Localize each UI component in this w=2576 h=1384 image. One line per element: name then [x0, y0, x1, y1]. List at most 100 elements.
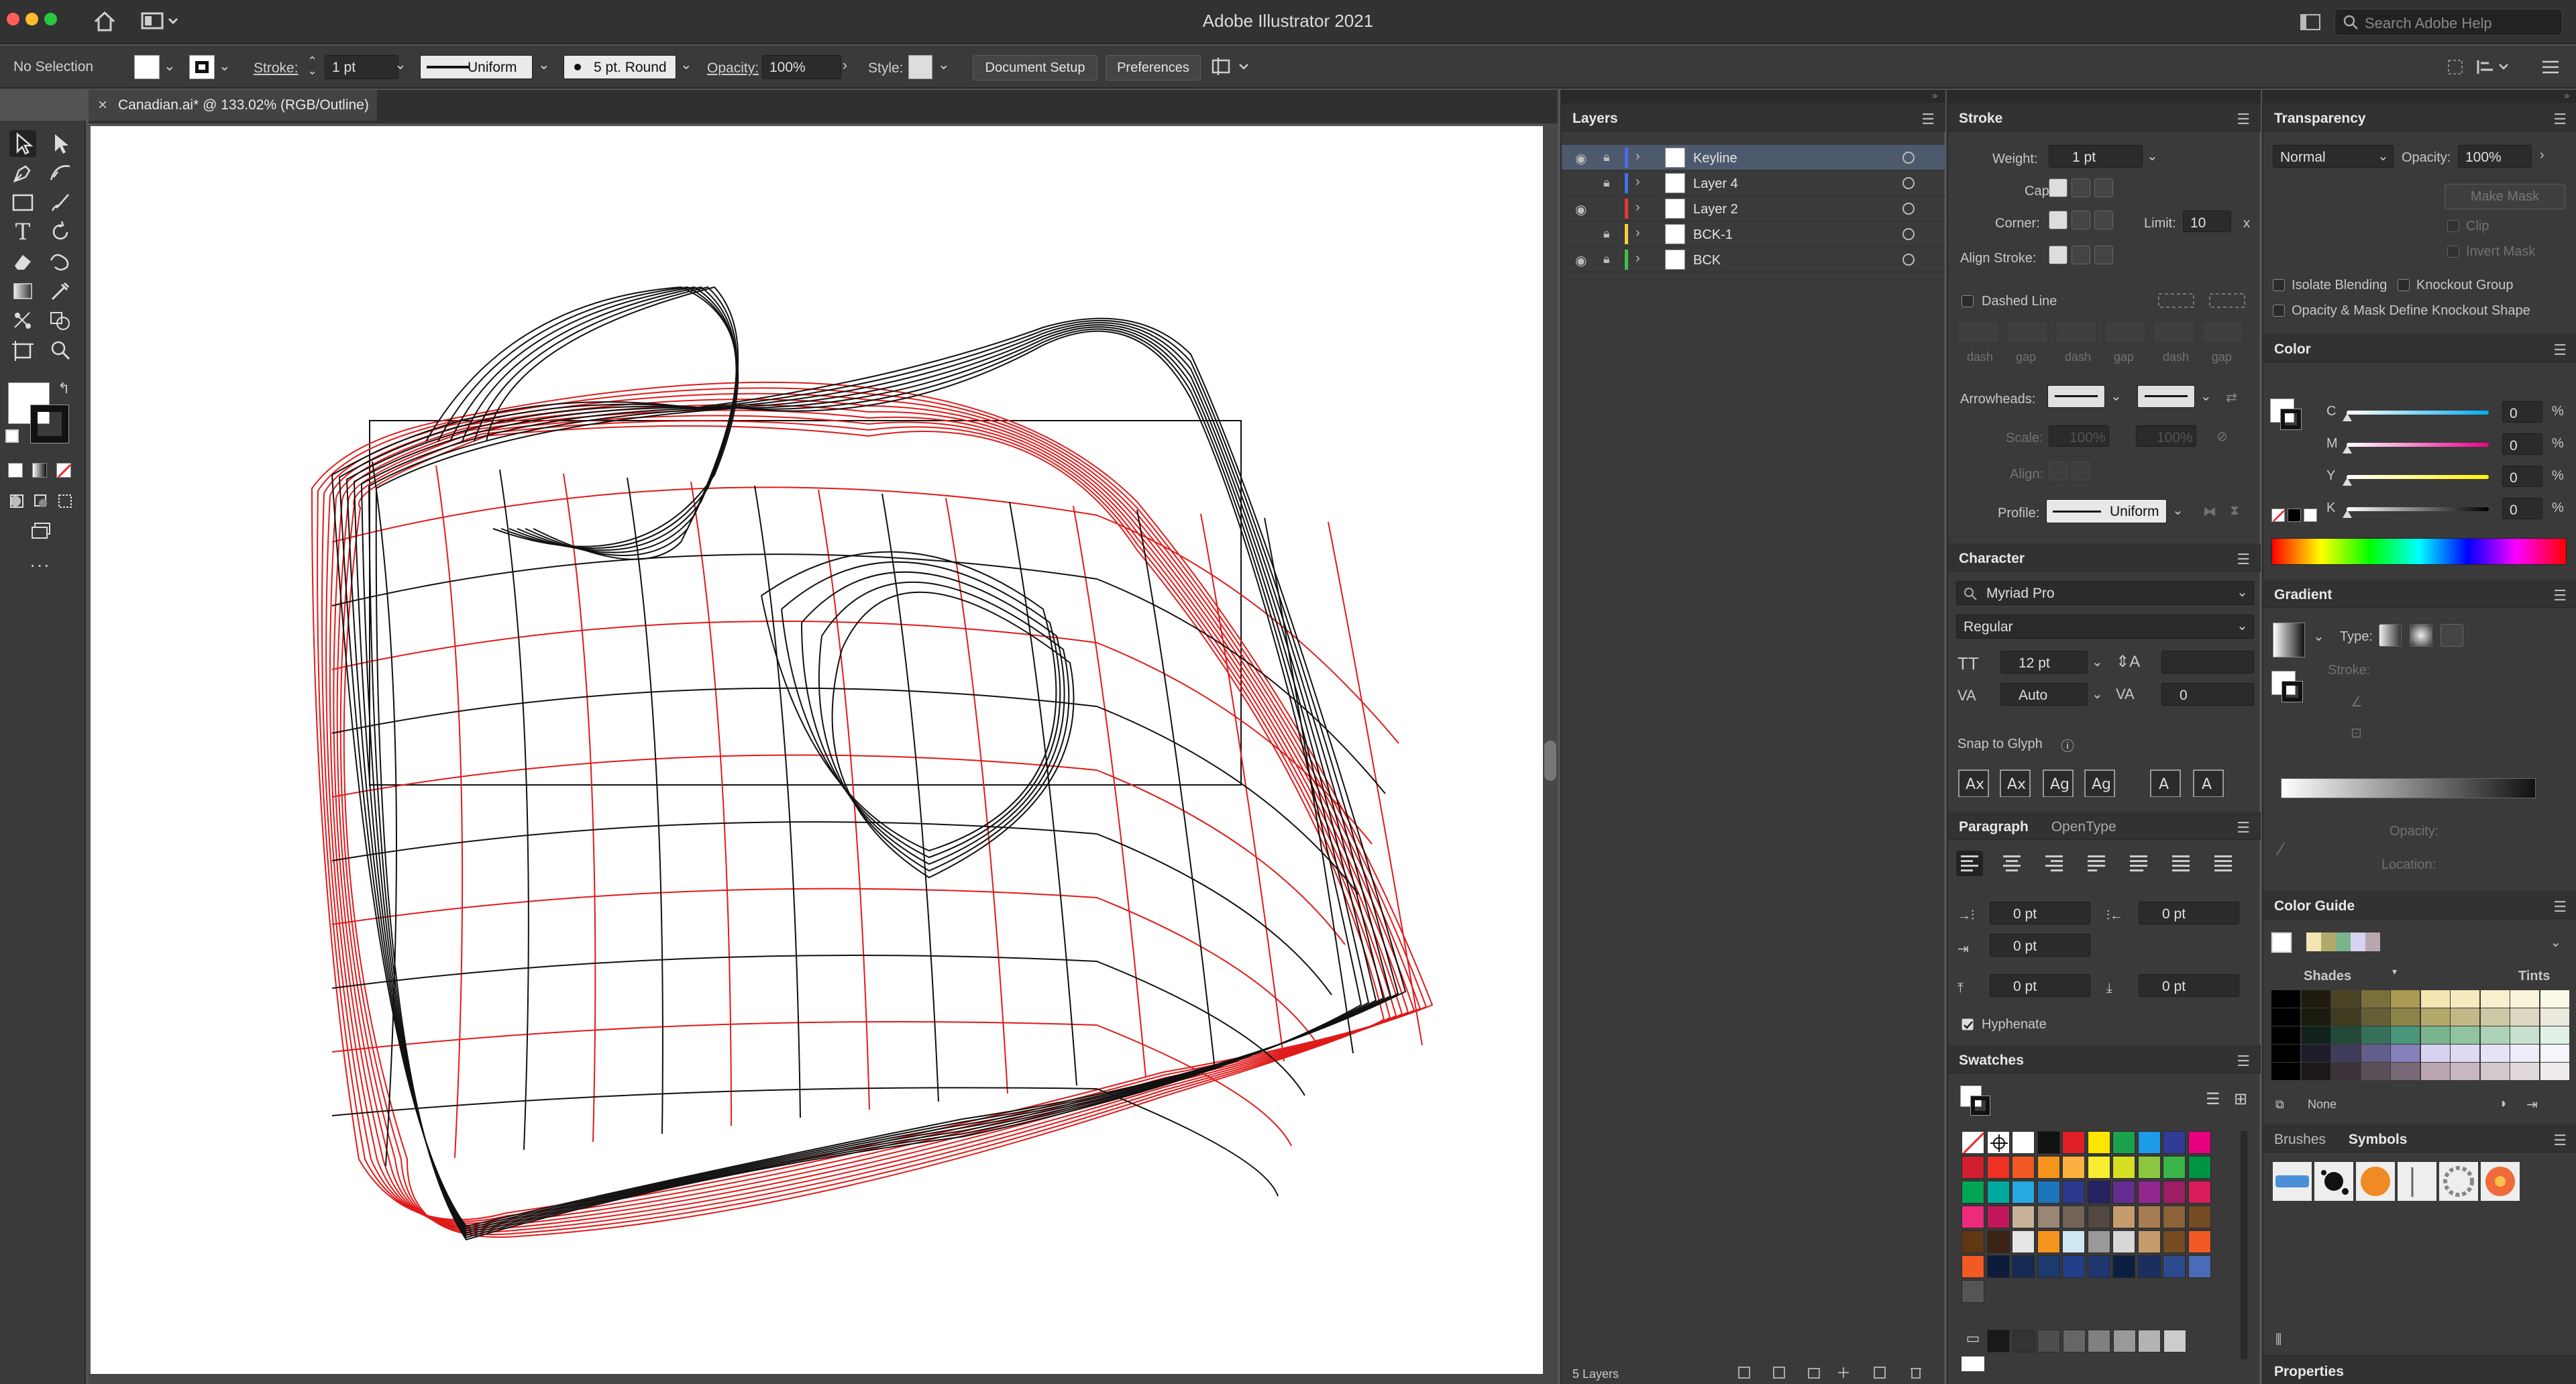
warp-tool-icon[interactable] [47, 248, 74, 275]
draw-behind-icon[interactable] [32, 492, 50, 510]
guide-swatch[interactable] [2361, 1063, 2390, 1080]
white-swatch[interactable] [1962, 1356, 1984, 1371]
swap-colors-icon[interactable]: ↰ [58, 380, 70, 397]
paintbrush-tool-icon[interactable] [47, 189, 74, 216]
dash-gap-input[interactable] [2006, 321, 2048, 343]
layer-name[interactable]: BCK-1 [1693, 227, 1733, 243]
opacity-label[interactable]: Opacity: [707, 60, 759, 76]
layer-row[interactable]: 🔒︎ › BCK-1 [1562, 221, 1945, 247]
channel-slider[interactable] [2347, 443, 2489, 447]
library-icon[interactable]: ⧉ [2275, 1098, 2284, 1112]
layer-row[interactable]: ◉ 🔒︎ › BCK [1562, 247, 1945, 272]
color-swatch[interactable] [2188, 1131, 2211, 1154]
color-swatch[interactable] [2112, 1255, 2135, 1278]
guide-swatch[interactable] [2480, 1045, 2510, 1062]
freeform-gradient-icon[interactable] [2440, 624, 2463, 647]
color-swatch[interactable] [1962, 1255, 1984, 1278]
lock-icon[interactable]: 🔒︎ [1603, 227, 1610, 241]
guide-swatch[interactable] [2271, 1063, 2300, 1080]
paragraph-align-icon[interactable] [2210, 851, 2237, 876]
stroke-weight-field[interactable]: 1 pt [325, 55, 398, 79]
gray-swatch[interactable] [2138, 1330, 2161, 1352]
lock-icon[interactable]: 🔒︎ [1603, 252, 1610, 266]
color-swatch[interactable] [2137, 1131, 2161, 1154]
gradient-preview[interactable] [2273, 623, 2305, 657]
chevron-down-icon[interactable]: ⌄ [2147, 148, 2158, 164]
dash-gap-input[interactable] [2104, 321, 2146, 343]
panel-menu-icon[interactable]: ☰ [2237, 111, 2250, 128]
guide-swatch[interactable] [2391, 1045, 2420, 1062]
color-swatch[interactable] [2012, 1156, 2035, 1179]
symbol-thumbnails[interactable] [2271, 1161, 2567, 1204]
color-swatch[interactable] [2062, 1156, 2085, 1179]
color-swatch[interactable] [2087, 1230, 2110, 1253]
color-swatch[interactable] [2188, 1156, 2211, 1179]
font-family-select[interactable]: Myriad Pro [1956, 581, 2254, 605]
bevel-join-icon[interactable] [2094, 211, 2113, 229]
target-icon[interactable] [1902, 228, 1915, 240]
horizontal-scrollbar[interactable] [89, 1374, 1543, 1384]
align-center-stroke-icon[interactable] [2049, 246, 2068, 264]
gradient-slider[interactable] [2281, 778, 2536, 798]
color-swatch[interactable] [2037, 1181, 2060, 1204]
none-mode-icon[interactable] [56, 463, 72, 478]
color-swatch[interactable] [1986, 1206, 2010, 1228]
end-arrowhead-select[interactable] [2137, 385, 2195, 408]
round-cap-icon[interactable] [2072, 178, 2090, 197]
align-inside-stroke-icon[interactable] [2072, 246, 2090, 264]
color-swatch[interactable] [2012, 1181, 2035, 1204]
kerning-select[interactable]: Auto [2000, 683, 2088, 706]
gray-swatch[interactable] [2112, 1330, 2136, 1352]
gray-swatch[interactable] [2012, 1330, 2035, 1352]
color-swatch[interactable] [1962, 1131, 1985, 1155]
dash-gap-input[interactable] [2153, 321, 2195, 343]
color-swatch[interactable] [2163, 1131, 2186, 1154]
color-swatch[interactable] [2163, 1156, 2186, 1179]
channel-value-input[interactable]: 0 [2502, 466, 2542, 487]
miter-limit-input[interactable]: 10 [2183, 211, 2231, 232]
clip-checkbox[interactable] [2447, 220, 2459, 232]
graphic-style-swatch[interactable] [908, 55, 932, 79]
start-arrowhead-select[interactable] [2047, 385, 2105, 408]
channel-value-input[interactable]: 0 [2502, 433, 2542, 455]
radial-gradient-icon[interactable] [2410, 624, 2432, 647]
layer-name[interactable]: Keyline [1693, 151, 1737, 166]
flip-across-icon[interactable]: ⧗ [2230, 503, 2239, 519]
color-swatch[interactable] [1962, 1206, 1984, 1228]
chevron-right-icon[interactable]: › [843, 58, 847, 74]
color-swatch[interactable] [2188, 1206, 2211, 1228]
document-setup-button[interactable]: Document Setup [973, 55, 1097, 81]
color-swatch[interactable] [2163, 1181, 2186, 1204]
color-swatch[interactable] [2062, 1206, 2085, 1228]
color-swatch[interactable] [2062, 1230, 2085, 1253]
chevron-down-icon[interactable]: ⌄ [2110, 388, 2122, 405]
fill-swatch[interactable] [134, 55, 160, 79]
color-swatch[interactable] [2037, 1156, 2060, 1179]
opacity-mask-checkbox[interactable] [2273, 305, 2285, 317]
color-swatch[interactable] [2037, 1230, 2060, 1253]
black-swatch[interactable] [2288, 509, 2301, 522]
rotate-tool-icon[interactable] [47, 219, 74, 246]
slider-handle[interactable] [2343, 413, 2352, 421]
guide-swatch[interactable] [2331, 1045, 2360, 1062]
channel-slider[interactable] [2347, 475, 2489, 479]
target-icon[interactable] [1902, 254, 1915, 266]
start-scale-input[interactable]: 100% [2049, 425, 2109, 447]
channel-slider[interactable] [2347, 507, 2489, 511]
gray-swatch[interactable] [2088, 1330, 2110, 1352]
panel-menu-icon[interactable]: ☰ [2237, 1053, 2250, 1070]
shape-builder-tool-icon[interactable] [47, 307, 74, 334]
panel-menu-icon[interactable]: ☰ [2553, 1132, 2567, 1149]
stroke-color-box[interactable] [30, 405, 69, 443]
puppet-warp-tool-icon[interactable] [9, 307, 36, 334]
edit-colors-icon[interactable]: ◑ [2498, 1096, 2506, 1112]
stroke-label[interactable]: Stroke: [254, 60, 299, 76]
knockout-group-checkbox[interactable] [2398, 279, 2410, 291]
color-swatch[interactable] [2012, 1255, 2035, 1278]
stroke-swatch[interactable] [189, 55, 215, 79]
chevron-down-icon[interactable]: ⌄ [2377, 148, 2389, 164]
info-icon[interactable]: ⓘ [2061, 735, 2074, 755]
butt-cap-icon[interactable] [2049, 178, 2068, 197]
screen-mode-icon[interactable] [30, 521, 54, 541]
guide-swatch[interactable] [2301, 1045, 2330, 1062]
